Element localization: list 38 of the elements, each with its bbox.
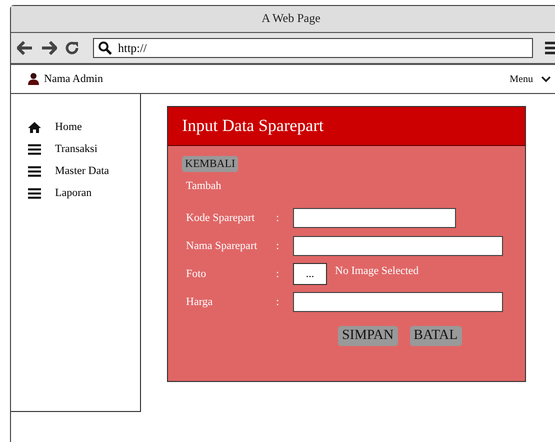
form-button[interactable]: BATAL (410, 326, 462, 346)
sidebar-item[interactable]: Home (55, 121, 82, 133)
chevron-down-icon[interactable] (541, 76, 551, 82)
home-icon (28, 122, 41, 132)
user-icon (28, 73, 39, 85)
address-field[interactable]: http:// (93, 38, 533, 58)
section-subtitle: Tambah (186, 180, 222, 192)
window-title: A Web Page (11, 6, 555, 33)
file-status: No Image Selected (335, 265, 419, 277)
menu-icon (28, 144, 41, 154)
menu-icon (28, 188, 41, 198)
input-field[interactable] (293, 236, 503, 256)
sidebar-item[interactable]: Master Data (55, 165, 110, 177)
browse-button[interactable]: ... (293, 263, 327, 285)
sidebar-item[interactable]: Laporan (55, 187, 92, 199)
colon: : (276, 240, 280, 252)
field-label: Kode Sparepart (186, 212, 256, 224)
user-name: Nama Admin (44, 73, 103, 85)
back-arrow-icon[interactable] (17, 41, 33, 55)
sidebar-item[interactable]: Transaksi (55, 143, 98, 155)
search-icon (98, 41, 112, 55)
menu-link[interactable]: Menu (510, 74, 533, 84)
address-text: http:// (118, 40, 147, 56)
input-field[interactable] (293, 208, 456, 228)
colon: : (276, 212, 280, 224)
field-label: Foto (186, 268, 208, 280)
form-button[interactable]: SIMPAN (338, 326, 398, 346)
input-field[interactable] (293, 292, 503, 312)
menu-icon[interactable] (545, 41, 555, 55)
menu-icon (28, 166, 41, 176)
forward-arrow-icon[interactable] (41, 41, 57, 55)
panel-title: Input Data Sparepart (168, 107, 525, 146)
colon: : (276, 296, 280, 308)
reload-icon[interactable] (65, 41, 79, 55)
field-label: Harga (186, 296, 214, 308)
field-label: Nama Sparepart (186, 240, 258, 252)
back-button[interactable]: KEMBALI (182, 156, 238, 172)
colon: : (276, 268, 280, 280)
